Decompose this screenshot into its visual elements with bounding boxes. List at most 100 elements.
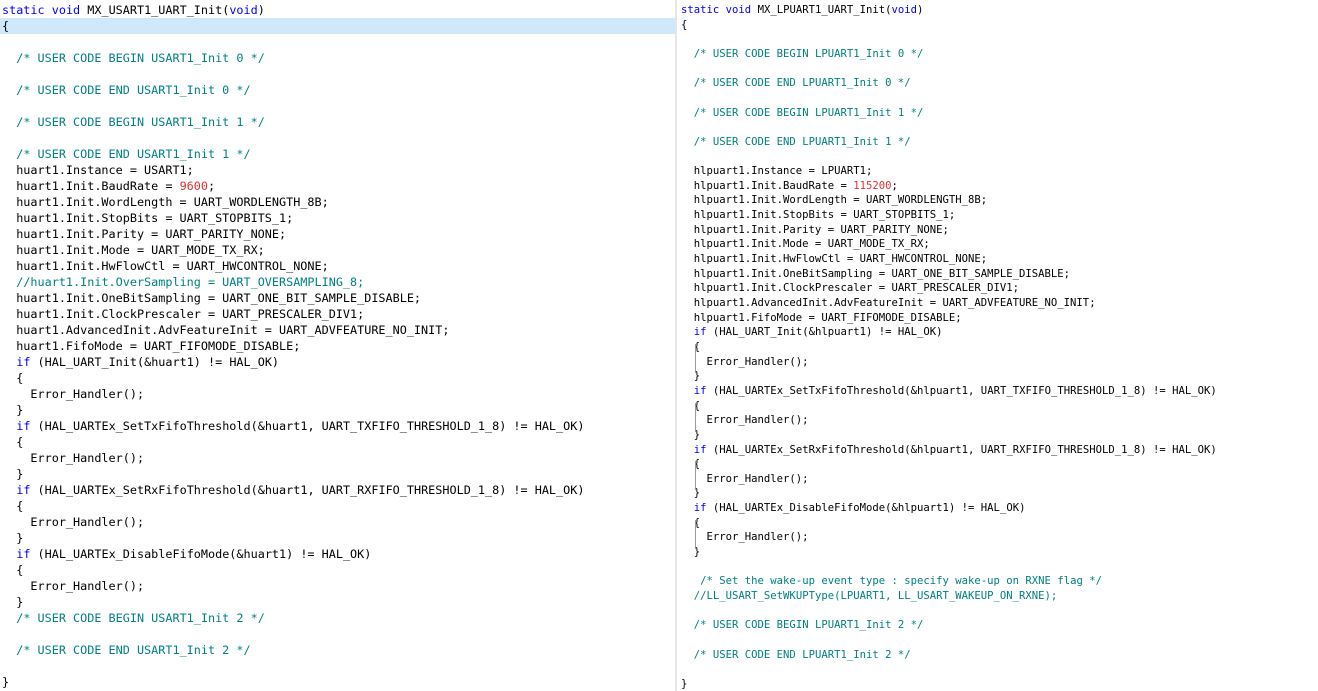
code-token: 9600 (179, 179, 208, 193)
code-line[interactable]: huart1.AdvancedInit.AdvFeatureInit = UAR… (0, 322, 675, 338)
code-line[interactable]: } (677, 677, 1318, 691)
code-token: (HAL_UARTEx_DisableFifoMode( (30, 547, 237, 561)
code-line[interactable] (0, 34, 675, 50)
code-line[interactable]: hlpuart1.Init.BaudRate = 115200; (677, 179, 1318, 194)
code-line[interactable] (677, 91, 1318, 106)
code-token: Error_Handler(); (681, 531, 809, 544)
code-line[interactable]: huart1.Instance = USART1; (0, 162, 675, 178)
code-line[interactable]: /* USER CODE END USART1_Init 2 */ (0, 642, 675, 658)
code-line[interactable]: static void MX_LPUART1_UART_Init(void) (677, 3, 1318, 18)
code-line[interactable] (0, 130, 675, 146)
code-line[interactable]: { (677, 399, 1318, 414)
code-line[interactable]: } (0, 530, 675, 546)
code-line[interactable]: { (677, 457, 1318, 472)
code-line[interactable] (677, 120, 1318, 135)
code-line[interactable]: /* USER CODE END USART1_Init 1 */ (0, 146, 675, 162)
code-line[interactable]: if (HAL_UARTEx_DisableFifoMode(&hlpuart1… (677, 501, 1318, 516)
code-token: hlpuart1.FifoMode = UART_FIFOMODE_DISABL… (681, 311, 962, 324)
code-line[interactable]: Error_Handler(); (0, 514, 675, 530)
code-line[interactable]: huart1.Init.HwFlowCtl = UART_HWCONTROL_N… (0, 258, 675, 274)
code-line[interactable]: huart1.Init.OneBitSampling = UART_ONE_BI… (0, 290, 675, 306)
code-line[interactable]: } (677, 428, 1318, 443)
code-token: hlpuart1) != HAL_OK) (814, 326, 943, 339)
code-line[interactable]: { (677, 18, 1318, 33)
code-line[interactable]: if (HAL_UARTEx_SetRxFifoThreshold(&huart… (0, 482, 675, 498)
code-line[interactable]: /* USER CODE END LPUART1_Init 2 */ (677, 648, 1318, 663)
code-line[interactable]: { (0, 370, 675, 386)
code-line[interactable]: Error_Handler(); (0, 578, 675, 594)
code-line[interactable]: Error_Handler(); (677, 413, 1318, 428)
code-line[interactable]: huart1.Init.Parity = UART_PARITY_NONE; (0, 226, 675, 242)
code-line[interactable]: hlpuart1.Init.StopBits = UART_STOPBITS_1… (677, 208, 1318, 223)
code-line[interactable]: huart1.Init.ClockPrescaler = UART_PRESCA… (0, 306, 675, 322)
code-line[interactable]: /* Set the wake-up event type : specify … (677, 574, 1318, 589)
code-line[interactable]: { (0, 498, 675, 514)
code-line[interactable] (677, 32, 1318, 47)
code-line[interactable]: { (0, 562, 675, 578)
code-line[interactable]: hlpuart1.AdvancedInit.AdvFeatureInit = U… (677, 296, 1318, 311)
code-line[interactable]: Error_Handler(); (677, 355, 1318, 370)
code-line[interactable] (0, 66, 675, 82)
code-line[interactable]: Error_Handler(); (677, 472, 1318, 487)
code-line[interactable]: } (677, 545, 1318, 560)
code-line[interactable]: Error_Handler(); (0, 386, 675, 402)
code-line[interactable]: } (0, 674, 675, 690)
code-line[interactable]: //huart1.Init.OverSampling = UART_OVERSA… (0, 274, 675, 290)
code-line[interactable] (677, 604, 1318, 619)
code-line[interactable]: /* USER CODE BEGIN USART1_Init 0 */ (0, 50, 675, 66)
code-line[interactable]: } (0, 594, 675, 610)
code-line[interactable]: /* USER CODE BEGIN USART1_Init 1 */ (0, 114, 675, 130)
code-line[interactable]: huart1.Init.StopBits = UART_STOPBITS_1; (0, 210, 675, 226)
code-line[interactable]: if (HAL_UARTEx_SetTxFifoThreshold(&hlpua… (677, 384, 1318, 399)
code-token: /* USER CODE END USART1_Init 1 */ (16, 147, 251, 161)
code-line[interactable]: hlpuart1.Init.ClockPrescaler = UART_PRES… (677, 281, 1318, 296)
code-line[interactable] (677, 62, 1318, 77)
code-line[interactable]: if (HAL_UARTEx_SetTxFifoThreshold(&huart… (0, 418, 675, 434)
code-line[interactable]: } (677, 369, 1318, 384)
code-line[interactable]: hlpuart1.Init.OneBitSampling = UART_ONE_… (677, 267, 1318, 282)
code-line[interactable]: if (HAL_UARTEx_SetRxFifoThreshold(&hlpua… (677, 443, 1318, 458)
code-line[interactable]: huart1.Init.WordLength = UART_WORDLENGTH… (0, 194, 675, 210)
code-line[interactable]: hlpuart1.Instance = LPUART1; (677, 164, 1318, 179)
code-line[interactable] (0, 98, 675, 114)
code-line[interactable]: /* USER CODE BEGIN LPUART1_Init 2 */ (677, 618, 1318, 633)
code-line[interactable]: { (0, 434, 675, 450)
code-line[interactable]: static void MX_USART1_UART_Init(void) (0, 2, 675, 18)
code-line[interactable] (677, 662, 1318, 677)
code-line[interactable] (0, 658, 675, 674)
code-line[interactable]: /* USER CODE BEGIN LPUART1_Init 1 */ (677, 106, 1318, 121)
code-line[interactable]: huart1.FifoMode = UART_FIFOMODE_DISABLE; (0, 338, 675, 354)
code-token: huart1.AdvancedInit.AdvFeatureInit = UAR… (2, 323, 450, 337)
code-line[interactable]: { (0, 18, 675, 34)
code-line[interactable]: hlpuart1.FifoMode = UART_FIFOMODE_DISABL… (677, 311, 1318, 326)
code-line[interactable]: /* USER CODE END USART1_Init 0 */ (0, 82, 675, 98)
code-line[interactable]: /* USER CODE BEGIN LPUART1_Init 0 */ (677, 47, 1318, 62)
code-line[interactable]: } (0, 466, 675, 482)
code-line[interactable]: /* USER CODE END LPUART1_Init 0 */ (677, 76, 1318, 91)
code-line[interactable]: if (HAL_UART_Init(&hlpuart1) != HAL_OK) (677, 325, 1318, 340)
code-line[interactable]: Error_Handler(); (0, 450, 675, 466)
code-line[interactable] (677, 633, 1318, 648)
code-line[interactable] (677, 560, 1318, 575)
code-line[interactable]: { (677, 516, 1318, 531)
code-line[interactable]: { (677, 340, 1318, 355)
code-line[interactable]: /* USER CODE BEGIN USART1_Init 2 */ (0, 610, 675, 626)
code-line[interactable]: if (HAL_UARTEx_DisableFifoMode(&huart1) … (0, 546, 675, 562)
code-line[interactable]: Error_Handler(); (677, 530, 1318, 545)
right-code-editor[interactable]: static void MX_LPUART1_UART_Init(void){ … (677, 0, 1318, 691)
code-line[interactable]: hlpuart1.Init.Parity = UART_PARITY_NONE; (677, 223, 1318, 238)
code-line[interactable]: hlpuart1.Init.HwFlowCtl = UART_HWCONTROL… (677, 252, 1318, 267)
code-token: Error_Handler(); (2, 579, 145, 593)
code-line[interactable]: //LL_USART_SetWKUPType(LPUART1, LL_USART… (677, 589, 1318, 604)
code-line[interactable] (0, 626, 675, 642)
code-line[interactable] (677, 150, 1318, 165)
code-line[interactable]: if (HAL_UART_Init(&huart1) != HAL_OK) (0, 354, 675, 370)
code-line[interactable]: hlpuart1.Init.Mode = UART_MODE_TX_RX; (677, 237, 1318, 252)
code-line[interactable]: /* USER CODE END LPUART1_Init 1 */ (677, 135, 1318, 150)
left-code-editor[interactable]: static void MX_USART1_UART_Init(void){ /… (0, 0, 675, 691)
code-line[interactable]: hlpuart1.Init.WordLength = UART_WORDLENG… (677, 193, 1318, 208)
code-line[interactable]: huart1.Init.Mode = UART_MODE_TX_RX; (0, 242, 675, 258)
code-line[interactable]: } (0, 402, 675, 418)
code-line[interactable]: huart1.Init.BaudRate = 9600; (0, 178, 675, 194)
code-line[interactable]: } (677, 486, 1318, 501)
